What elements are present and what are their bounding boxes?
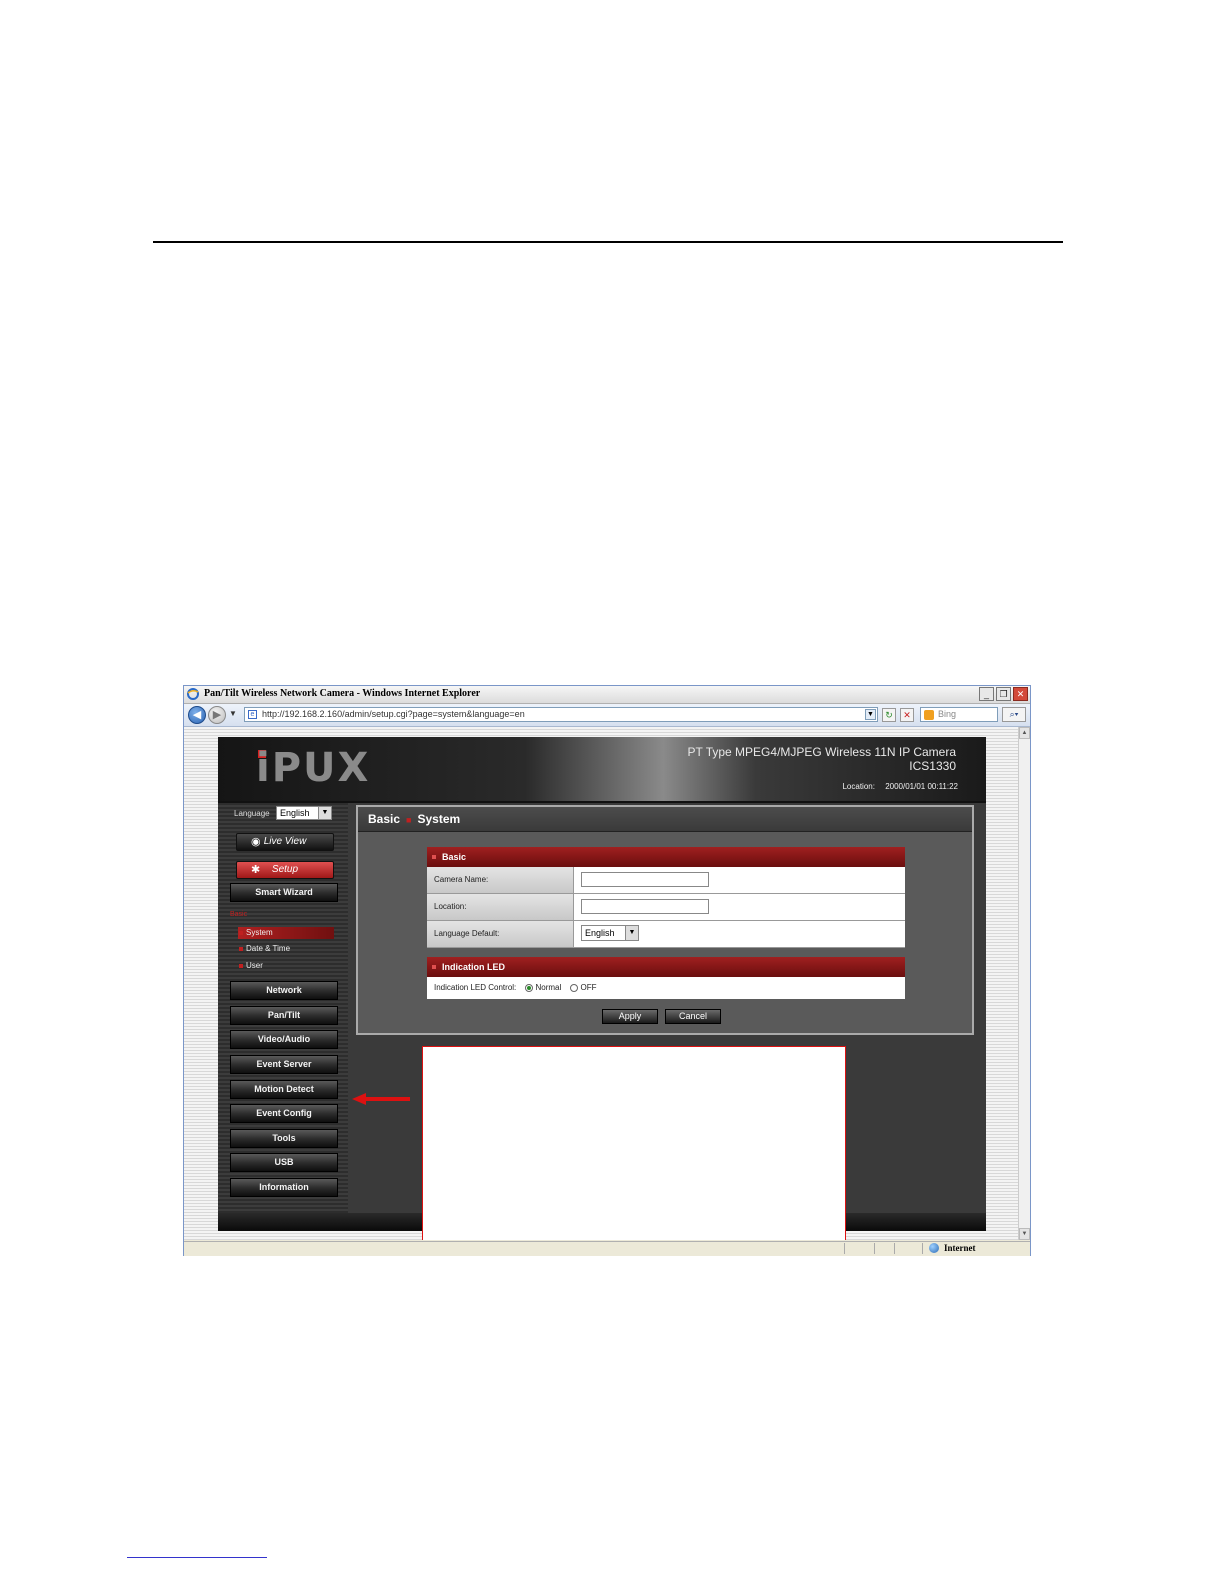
location-line: Location: 2000/01/01 00:11:22 xyxy=(842,782,958,791)
camera-name-input[interactable] xyxy=(581,872,709,887)
browser-titlebar: Pan/Tilt Wireless Network Camera - Windo… xyxy=(184,686,1030,704)
basic-panel: Basic Camera Name: Location: Language De… xyxy=(427,847,905,948)
menu-usb-button[interactable]: USB xyxy=(230,1153,338,1172)
led-control-label: Indication LED Control: xyxy=(434,983,517,992)
apply-button[interactable]: Apply xyxy=(602,1009,658,1024)
document-horizontal-rule xyxy=(153,241,1063,243)
live-view-button[interactable]: ◉ Live View xyxy=(236,833,334,851)
setup-button[interactable]: ✱ Setup xyxy=(236,861,334,879)
content-area: Basic ■ System Basic Camera Name: Location… xyxy=(356,805,974,1035)
chevron-down-icon: ▼ xyxy=(318,807,331,819)
camera-name-label: Camera Name: xyxy=(427,867,574,893)
language-default-row: Language Default: English ▼ xyxy=(427,921,905,948)
page-viewport: iPUX PT Type MPEG4/MJPEG Wireless 11N IP… xyxy=(184,727,1018,1240)
language-label: Language xyxy=(234,809,270,818)
browser-window: Pan/Tilt Wireless Network Camera - Windo… xyxy=(183,685,1031,1256)
address-url: http://192.168.2.160/admin/setup.cgi?pag… xyxy=(262,709,525,719)
annotation-blank-box xyxy=(422,1046,846,1240)
footer-link-underline xyxy=(127,1557,267,1558)
menu-pan-tilt-button[interactable]: Pan/Tilt xyxy=(230,1006,338,1025)
indication-led-panel: Indication LED Indication LED Control: N… xyxy=(427,957,905,999)
language-default-select[interactable]: English ▼ xyxy=(581,925,639,941)
status-divider xyxy=(922,1243,923,1254)
search-placeholder: Bing xyxy=(938,709,957,719)
close-button[interactable]: ✕ xyxy=(1013,687,1028,701)
refresh-icon[interactable]: ↻ xyxy=(882,708,896,722)
gear-icon: ✱ xyxy=(251,864,261,876)
led-control-row: Indication LED Control: Normal OFF xyxy=(427,977,905,999)
menu-video-audio-button[interactable]: Video/Audio xyxy=(230,1030,338,1049)
breadcrumb-system: System xyxy=(417,812,461,826)
status-bar: Internet xyxy=(184,1241,1030,1256)
status-divider xyxy=(844,1243,845,1254)
sidebar-item-system[interactable]: System xyxy=(238,927,334,939)
eye-icon: ◉ xyxy=(251,836,261,848)
location-field-label: Location: xyxy=(427,894,574,920)
status-divider xyxy=(894,1243,895,1254)
led-off-radio[interactable] xyxy=(569,983,578,992)
app-header: iPUX PT Type MPEG4/MJPEG Wireless 11N IP… xyxy=(218,737,986,803)
page-icon: e xyxy=(248,710,257,719)
menu-information-button[interactable]: Information xyxy=(230,1178,338,1197)
location-input[interactable] xyxy=(581,899,709,914)
language-value: English xyxy=(280,808,310,818)
menu-event-config-button[interactable]: Event Config xyxy=(230,1104,338,1123)
menu-tools-button[interactable]: Tools xyxy=(230,1129,338,1148)
product-line: PT Type MPEG4/MJPEG Wireless 11N IP Came… xyxy=(687,745,956,759)
breadcrumb: Basic ■ System xyxy=(358,807,972,832)
language-default-value: English xyxy=(585,928,615,938)
vertical-scrollbar[interactable]: ▲ ▼ xyxy=(1018,727,1030,1240)
recent-pages-dropdown[interactable]: ▼ xyxy=(229,709,237,718)
led-normal-label: Normal xyxy=(535,983,562,992)
back-icon[interactable]: ◀ xyxy=(188,706,206,724)
ipux-logo: iPUX xyxy=(256,745,371,791)
minimize-button[interactable]: _ xyxy=(979,687,994,701)
basic-panel-title: Basic xyxy=(427,847,905,867)
search-icon[interactable]: ⌕▾ xyxy=(1002,707,1026,722)
arrow-icon xyxy=(352,1093,410,1105)
camera-name-row: Camera Name: xyxy=(427,867,905,894)
sidebar: Language English ▼ ◉ Live View ✱ Setup S… xyxy=(218,803,348,1213)
restore-button[interactable]: ❐ xyxy=(996,687,1011,701)
smart-wizard-button[interactable]: Smart Wizard xyxy=(230,883,338,902)
location-row: Location: xyxy=(427,894,905,921)
address-bar[interactable]: e http://192.168.2.160/admin/setup.cgi?p… xyxy=(244,707,878,722)
indication-led-title: Indication LED xyxy=(427,957,905,977)
basic-section-label: Basic xyxy=(230,911,248,918)
language-default-label: Language Default: xyxy=(427,921,574,947)
product-model: ICS1330 xyxy=(909,759,956,773)
led-off-label: OFF xyxy=(580,983,597,992)
cancel-button[interactable]: Cancel xyxy=(665,1009,721,1024)
sidebar-item-user[interactable]: User xyxy=(238,960,334,972)
address-dropdown[interactable]: ▼ xyxy=(865,709,876,720)
window-controls: _ ❐ ✕ xyxy=(979,687,1028,701)
browser-navbar: ◀ ▶ ▼ e http://192.168.2.160/admin/setup… xyxy=(184,704,1030,727)
breadcrumb-basic: Basic xyxy=(368,812,401,826)
led-normal-radio[interactable] xyxy=(524,983,533,992)
scroll-down-icon[interactable]: ▼ xyxy=(1019,1228,1030,1240)
bing-icon xyxy=(924,710,934,720)
search-input[interactable]: Bing xyxy=(920,707,998,722)
breadcrumb-text: Basic ■ System xyxy=(368,812,461,826)
status-divider xyxy=(874,1243,875,1254)
globe-icon xyxy=(929,1243,939,1253)
menu-motion-detect-button[interactable]: Motion Detect xyxy=(230,1080,338,1099)
forward-icon[interactable]: ▶ xyxy=(208,706,226,724)
sidebar-item-date-time[interactable]: Date & Time xyxy=(238,943,334,955)
product-title: PT Type MPEG4/MJPEG Wireless 11N IP Came… xyxy=(687,745,956,773)
menu-event-server-button[interactable]: Event Server xyxy=(230,1055,338,1074)
ie-icon xyxy=(187,688,199,700)
datetime: 2000/01/01 00:11:22 xyxy=(885,782,958,791)
location-label: Location: xyxy=(842,782,875,791)
scroll-up-icon[interactable]: ▲ xyxy=(1019,727,1030,739)
chevron-down-icon: ▼ xyxy=(625,926,638,940)
security-zone: Internet xyxy=(944,1243,976,1253)
live-view-label: Live View xyxy=(263,836,307,847)
window-title: Pan/Tilt Wireless Network Camera - Windo… xyxy=(204,688,481,699)
setup-label: Setup xyxy=(271,864,299,875)
menu-network-button[interactable]: Network xyxy=(230,981,338,1000)
language-select[interactable]: English ▼ xyxy=(276,806,332,820)
stop-icon[interactable]: ✕ xyxy=(900,708,914,722)
